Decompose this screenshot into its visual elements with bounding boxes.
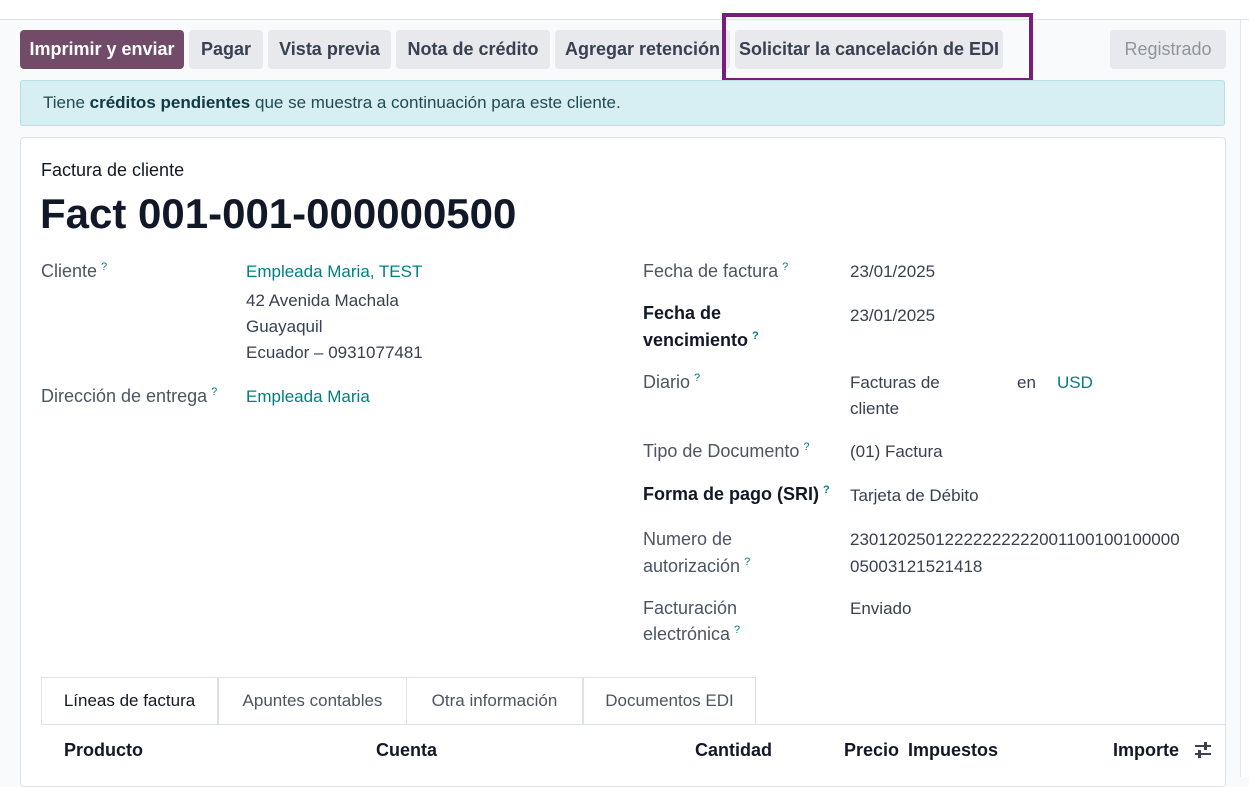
invoice-type: Factura de cliente [41, 160, 185, 180]
tab-edi-documents[interactable]: Documentos EDI [583, 677, 756, 725]
currency-link[interactable]: USD [1057, 373, 1093, 393]
help-icon[interactable]: ? [734, 624, 740, 636]
top-bar [0, 0, 1249, 20]
status-registered[interactable]: Registrado [1110, 30, 1226, 69]
credit-note-button[interactable]: Nota de crédito [396, 30, 550, 69]
column-product[interactable]: Producto [64, 740, 143, 761]
journal-value-1[interactable]: Facturas de [850, 373, 940, 393]
journal-value-2[interactable]: cliente [850, 399, 899, 419]
einvoice-label-2: electrónica? [643, 624, 741, 644]
print-send-button[interactable]: Imprimir y enviar [20, 30, 184, 69]
invoice-date-field[interactable]: 23/01/2025 [850, 262, 935, 282]
tab-journal-items[interactable]: Apuntes contables [218, 677, 407, 725]
column-price[interactable]: Precio [844, 740, 899, 761]
help-icon[interactable]: ? [782, 261, 788, 273]
column-taxes[interactable]: Impuestos [908, 740, 998, 761]
column-quantity[interactable]: Cantidad [695, 740, 772, 761]
highlight-box [722, 13, 1033, 82]
help-icon[interactable]: ? [211, 386, 217, 398]
pay-button[interactable]: Pagar [189, 30, 263, 69]
einvoice-label-1: Facturación [643, 598, 738, 618]
einvoice-status: Enviado [850, 599, 912, 618]
invoice-date-label: Fecha de factura? [643, 261, 789, 281]
payment-method-field[interactable]: Tarjeta de Débito [850, 486, 979, 506]
help-icon[interactable]: ? [694, 372, 700, 384]
doc-type-field[interactable]: (01) Factura [850, 442, 943, 462]
alert-link[interactable]: créditos pendientes [90, 93, 251, 112]
tab-divider [41, 724, 1225, 725]
customer-link[interactable]: Empleada Maria, TEST [246, 262, 422, 282]
alert-prefix: Tiene [43, 93, 85, 112]
customer-label: Cliente? [41, 261, 108, 281]
pending-credits-alert: Tiene créditos pendientes que se muestra… [20, 80, 1225, 126]
auth-label-1: Numero de [643, 529, 733, 549]
address-line3: Ecuador – 0931077481 [246, 343, 423, 362]
add-withholding-button[interactable]: Agregar retención [555, 30, 730, 69]
journal-label: Diario? [643, 372, 701, 392]
tab-other-info[interactable]: Otra información [406, 677, 583, 725]
invoice-number: Fact 001-001-000000500 [40, 190, 517, 237]
help-icon[interactable]: ? [823, 484, 830, 496]
doc-type-label: Tipo de Documento? [643, 441, 810, 461]
preview-button[interactable]: Vista previa [268, 30, 391, 69]
tab-invoice-lines[interactable]: Líneas de factura [41, 677, 218, 725]
delivery-label: Dirección de entrega? [41, 386, 218, 406]
scrollbar-track[interactable] [1240, 20, 1249, 777]
column-account[interactable]: Cuenta [376, 740, 437, 761]
help-icon[interactable]: ? [803, 441, 809, 453]
address-line1: 42 Avenida Machala [246, 291, 399, 310]
auth-label-2: autorización? [643, 556, 751, 576]
help-icon[interactable]: ? [752, 330, 759, 342]
help-icon[interactable]: ? [744, 556, 750, 568]
due-date-label-1: Fecha de [643, 303, 722, 323]
delivery-link[interactable]: Empleada Maria [246, 387, 370, 407]
sliders-icon[interactable] [1193, 740, 1213, 765]
alert-suffix: que se muestra a continuación para este … [254, 93, 621, 112]
auth-number-1: 23012025012222222222001100100100000 [850, 530, 1180, 549]
address-line2: Guayaquil [246, 317, 323, 336]
due-date-field[interactable]: 23/01/2025 [850, 306, 935, 326]
help-icon[interactable]: ? [101, 261, 107, 273]
due-date-label-2: vencimiento? [643, 330, 759, 350]
auth-number-2: 05003121521418 [850, 557, 983, 576]
journal-in-text: en [1017, 373, 1036, 392]
column-amount[interactable]: Importe [1113, 740, 1179, 761]
payment-method-label: Forma de pago (SRI)? [643, 484, 830, 504]
